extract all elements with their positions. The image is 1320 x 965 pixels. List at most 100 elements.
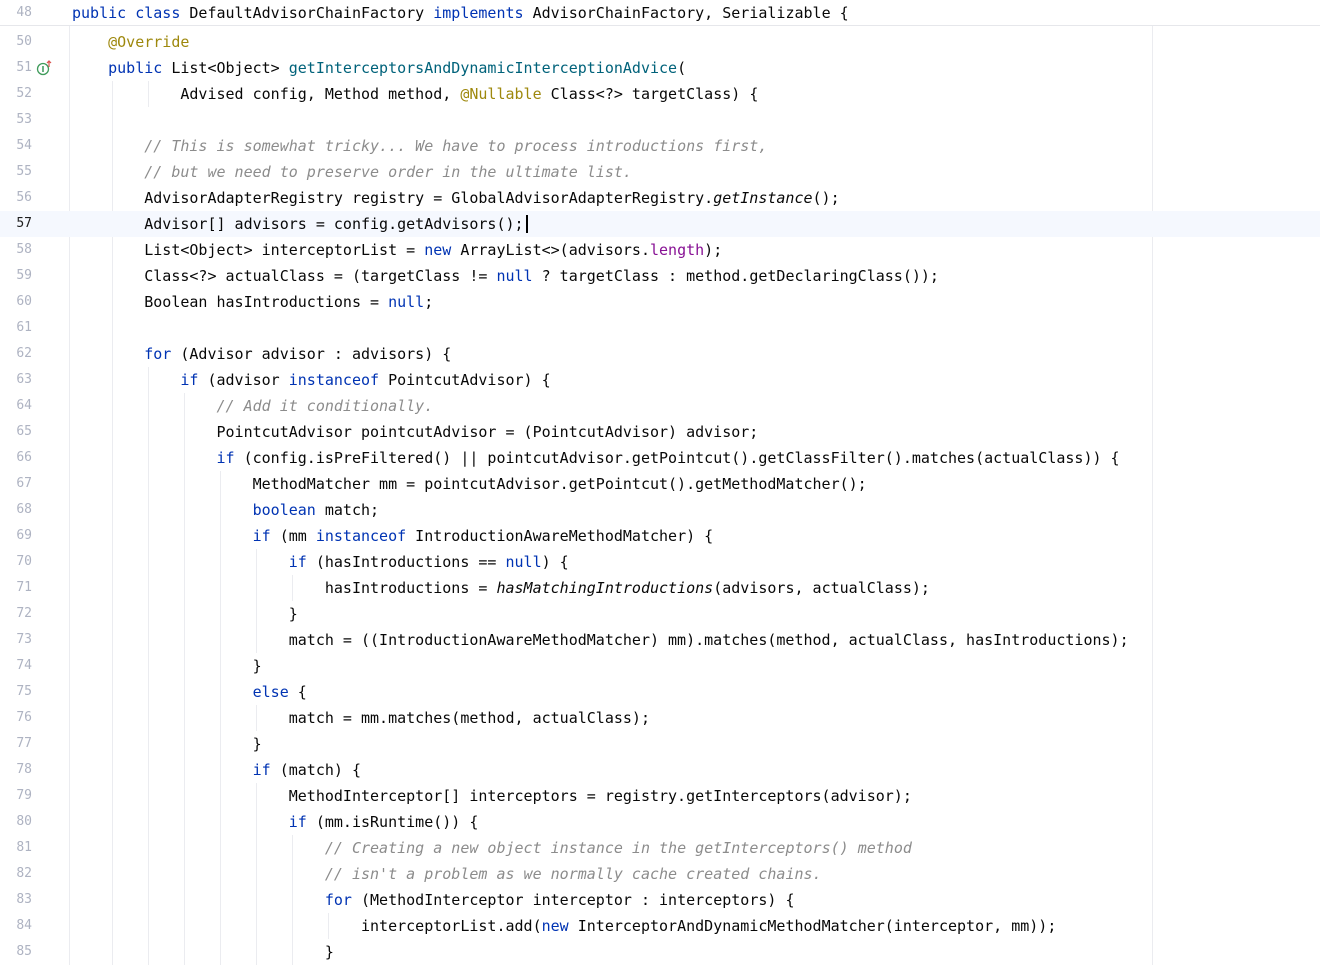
code-text[interactable]: MethodInterceptor[] interceptors = regis… bbox=[72, 783, 912, 809]
line-number: 74 bbox=[16, 658, 32, 673]
sticky-scroll-header[interactable]: 48 public class DefaultAdvisorChainFacto… bbox=[0, 0, 1320, 26]
code-line[interactable]: 70 if (hasIntroductions == null) { bbox=[0, 549, 1320, 575]
code-text[interactable]: else { bbox=[72, 679, 307, 705]
code-line[interactable]: 66 if (config.isPreFiltered() || pointcu… bbox=[0, 445, 1320, 471]
code-line[interactable]: 57 Advisor[] advisors = config.getAdviso… bbox=[0, 211, 1320, 237]
code-line[interactable]: 62 for (Advisor advisor : advisors) { bbox=[0, 341, 1320, 367]
code-line[interactable]: 76 match = mm.matches(method, actualClas… bbox=[0, 705, 1320, 731]
line-number: 75 bbox=[16, 684, 32, 699]
line-number: 78 bbox=[16, 762, 32, 777]
line-number: 85 bbox=[16, 944, 32, 959]
code-text[interactable]: Advised config, Method method, @Nullable… bbox=[72, 81, 758, 107]
line-number: 77 bbox=[16, 736, 32, 751]
line-number: 68 bbox=[16, 502, 32, 517]
code-line[interactable]: 53 bbox=[0, 107, 1320, 133]
code-text[interactable]: MethodMatcher mm = pointcutAdvisor.getPo… bbox=[72, 471, 867, 497]
code-line[interactable]: 55 // but we need to preserve order in t… bbox=[0, 159, 1320, 185]
code-text[interactable]: boolean match; bbox=[72, 497, 379, 523]
code-line[interactable]: 54 // This is somewhat tricky... We have… bbox=[0, 133, 1320, 159]
line-number: 66 bbox=[16, 450, 32, 465]
line-number: 83 bbox=[16, 892, 32, 907]
code-editor[interactable]: 48 public class DefaultAdvisorChainFacto… bbox=[0, 0, 1320, 965]
code-line[interactable]: 56 AdvisorAdapterRegistry registry = Glo… bbox=[0, 185, 1320, 211]
code-line[interactable]: 59 Class<?> actualClass = (targetClass !… bbox=[0, 263, 1320, 289]
code-line[interactable]: 64 // Add it conditionally. bbox=[0, 393, 1320, 419]
line-number: 56 bbox=[16, 190, 32, 205]
code-line[interactable]: 67 MethodMatcher mm = pointcutAdvisor.ge… bbox=[0, 471, 1320, 497]
code-line[interactable]: 65 PointcutAdvisor pointcutAdvisor = (Po… bbox=[0, 419, 1320, 445]
code-text[interactable]: for (MethodInterceptor interceptor : int… bbox=[72, 887, 795, 913]
code-line[interactable]: 72 } bbox=[0, 601, 1320, 627]
code-text[interactable]: match = ((IntroductionAwareMethodMatcher… bbox=[72, 627, 1129, 653]
code-text[interactable]: } bbox=[72, 939, 334, 965]
line-number: 71 bbox=[16, 580, 32, 595]
code-text[interactable]: // This is somewhat tricky... We have to… bbox=[72, 133, 767, 159]
code-text[interactable]: if (config.isPreFiltered() || pointcutAd… bbox=[72, 445, 1120, 471]
code-line[interactable]: 79 MethodInterceptor[] interceptors = re… bbox=[0, 783, 1320, 809]
code-line[interactable]: 58 List<Object> interceptorList = new Ar… bbox=[0, 237, 1320, 263]
code-text[interactable]: // isn't a problem as we normally cache … bbox=[72, 861, 822, 887]
code-line[interactable]: 84 interceptorList.add(new InterceptorAn… bbox=[0, 913, 1320, 939]
line-number: 58 bbox=[16, 242, 32, 257]
code-text[interactable]: if (mm instanceof IntroductionAwareMetho… bbox=[72, 523, 714, 549]
line-number: 82 bbox=[16, 866, 32, 881]
code-text[interactable]: Boolean hasIntroductions = null; bbox=[72, 289, 433, 315]
code-text[interactable]: if (hasIntroductions == null) { bbox=[72, 549, 569, 575]
line-number: 59 bbox=[16, 268, 32, 283]
line-number: 67 bbox=[16, 476, 32, 491]
code-text[interactable]: } bbox=[72, 653, 262, 679]
code-line[interactable]: 75 else { bbox=[0, 679, 1320, 705]
code-text[interactable]: // Add it conditionally. bbox=[72, 393, 434, 419]
code-text[interactable]: Class<?> actualClass = (targetClass != n… bbox=[72, 263, 939, 289]
code-text[interactable]: // Creating a new object instance in the… bbox=[72, 835, 912, 861]
text-cursor bbox=[525, 215, 528, 233]
code-line[interactable]: 50 @Override bbox=[0, 29, 1320, 55]
code-line[interactable]: 60 Boolean hasIntroductions = null; bbox=[0, 289, 1320, 315]
code-line[interactable]: 73 match = ((IntroductionAwareMethodMatc… bbox=[0, 627, 1320, 653]
line-number: 54 bbox=[16, 138, 32, 153]
code-text[interactable]: @Override bbox=[72, 29, 189, 55]
line-number: 62 bbox=[16, 346, 32, 361]
line-number: 70 bbox=[16, 554, 32, 569]
code-line[interactable]: 82 // isn't a problem as we normally cac… bbox=[0, 861, 1320, 887]
code-text[interactable]: } bbox=[72, 731, 262, 757]
code-text[interactable]: PointcutAdvisor pointcutAdvisor = (Point… bbox=[72, 419, 758, 445]
code-text[interactable]: interceptorList.add(new InterceptorAndDy… bbox=[72, 913, 1056, 939]
code-text[interactable]: if (advisor instanceof PointcutAdvisor) … bbox=[72, 367, 550, 393]
code-line[interactable]: 83 for (MethodInterceptor interceptor : … bbox=[0, 887, 1320, 913]
code-line[interactable]: 63 if (advisor instanceof PointcutAdviso… bbox=[0, 367, 1320, 393]
code-text[interactable]: List<Object> interceptorList = new Array… bbox=[72, 237, 722, 263]
code-line[interactable]: 69 if (mm instanceof IntroductionAwareMe… bbox=[0, 523, 1320, 549]
code-line[interactable]: 74 } bbox=[0, 653, 1320, 679]
code-line[interactable]: 68 boolean match; bbox=[0, 497, 1320, 523]
code-text[interactable]: AdvisorAdapterRegistry registry = Global… bbox=[72, 185, 839, 211]
code-text[interactable]: hasIntroductions = hasMatchingIntroducti… bbox=[72, 575, 930, 601]
code-text[interactable]: // but we need to preserve order in the … bbox=[72, 159, 632, 185]
code-line[interactable]: 77 } bbox=[0, 731, 1320, 757]
code-text[interactable]: if (match) { bbox=[72, 757, 361, 783]
code-line[interactable]: 51 I public List<Object> getInterceptorsA… bbox=[0, 55, 1320, 81]
code-line[interactable]: 71 hasIntroductions = hasMatchingIntrodu… bbox=[0, 575, 1320, 601]
code-text[interactable]: } bbox=[72, 601, 298, 627]
code-line[interactable]: 80 if (mm.isRuntime()) { bbox=[0, 809, 1320, 835]
sticky-class-declaration[interactable]: public class DefaultAdvisorChainFactory … bbox=[72, 0, 849, 26]
code-text[interactable]: Advisor[] advisors = config.getAdvisors(… bbox=[72, 211, 528, 237]
svg-text:I: I bbox=[42, 65, 45, 74]
code-line[interactable]: 61 bbox=[0, 315, 1320, 341]
code-line[interactable]: 85 } bbox=[0, 939, 1320, 965]
code-line[interactable]: 78 if (match) { bbox=[0, 757, 1320, 783]
line-number: 50 bbox=[16, 34, 32, 49]
line-number: 63 bbox=[16, 372, 32, 387]
code-text[interactable]: public List<Object> getInterceptorsAndDy… bbox=[72, 55, 686, 81]
code-line[interactable]: 52 Advised config, Method method, @Nulla… bbox=[0, 81, 1320, 107]
code-text[interactable]: match = mm.matches(method, actualClass); bbox=[72, 705, 650, 731]
line-number: 65 bbox=[16, 424, 32, 439]
sticky-line-number: 48 bbox=[16, 5, 32, 20]
code-line[interactable]: 81 // Creating a new object instance in … bbox=[0, 835, 1320, 861]
line-number: 80 bbox=[16, 814, 32, 829]
code-text[interactable]: for (Advisor advisor : advisors) { bbox=[72, 341, 451, 367]
line-number: 76 bbox=[16, 710, 32, 725]
line-number: 61 bbox=[16, 320, 32, 335]
code-text[interactable]: if (mm.isRuntime()) { bbox=[72, 809, 479, 835]
implementation-marker-icon[interactable]: I bbox=[36, 60, 52, 76]
